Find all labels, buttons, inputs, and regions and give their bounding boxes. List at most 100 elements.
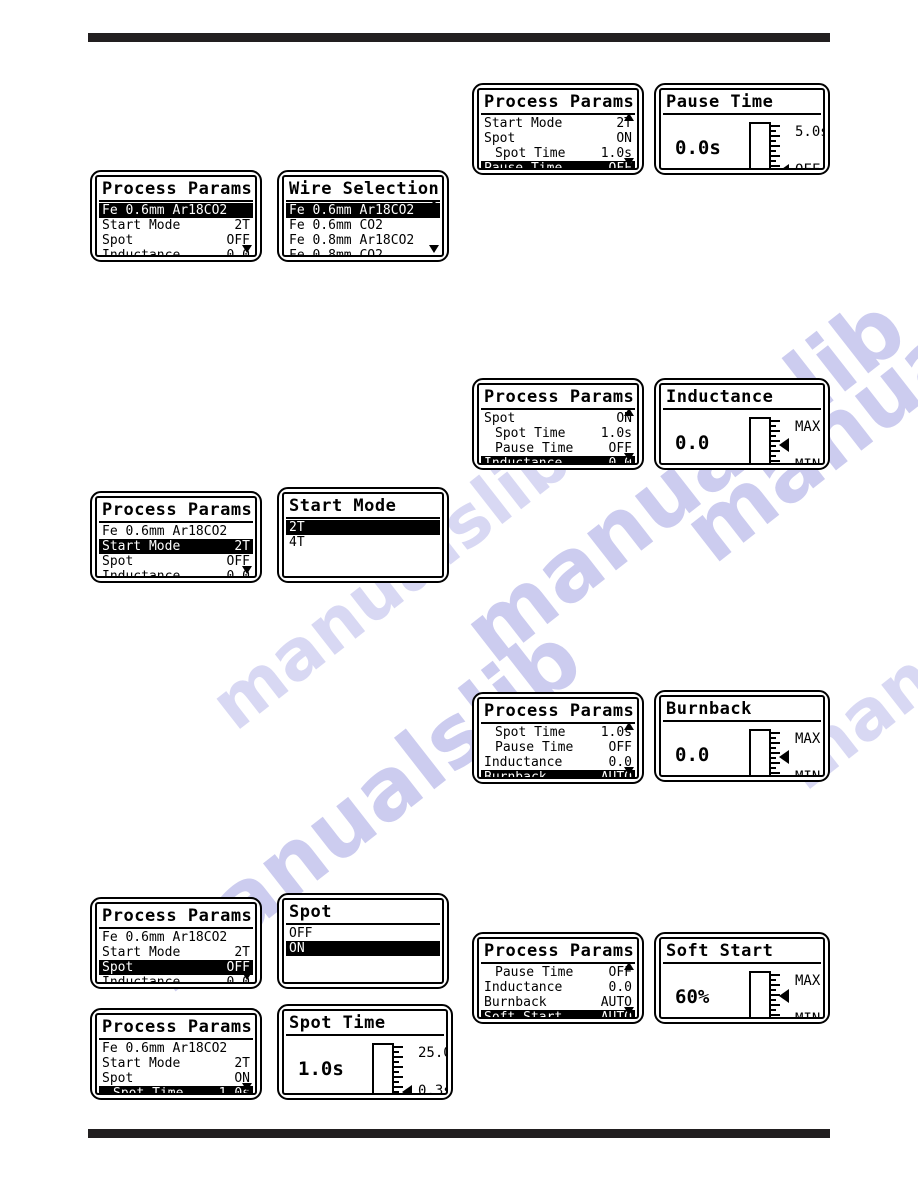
menu-row[interactable]: Pause Time OFF bbox=[481, 965, 635, 980]
menu-row[interactable]: Fe 0.8mm CO2 bbox=[286, 248, 440, 255]
menu-row[interactable]: Start Mode 2T bbox=[481, 116, 635, 131]
menu-row[interactable]: Fe 0.6mm Ar18CO2 bbox=[99, 203, 253, 218]
lcd-screen-soft-start[interactable]: Soft Start 60% MAX MIN bbox=[654, 932, 830, 1024]
lcd-screen-process-params-inductance[interactable]: Process Params Spot ON Spot Time 1.0s Pause … bbox=[472, 378, 644, 470]
menu-row[interactable]: Start Mode 2T bbox=[99, 539, 253, 554]
menu-list[interactable]: Fe 0.6mm Ar18CO2 Start Mode 2T Spot ON Spot T… bbox=[97, 1041, 255, 1093]
gauge-pointer[interactable] bbox=[779, 989, 789, 1003]
menu-row-label: Fe 0.6mm CO2 bbox=[289, 218, 383, 233]
gauge[interactable]: 0.0 MAX MIN bbox=[661, 723, 823, 775]
gauge[interactable]: 0.0s 5.0s OFF bbox=[661, 116, 823, 168]
menu-row[interactable]: Fe 0.6mm Ar18CO2 bbox=[99, 930, 253, 945]
scroll-down-icon[interactable] bbox=[242, 1083, 252, 1091]
scroll-down-icon[interactable] bbox=[624, 767, 634, 775]
lcd-screen-process-params-wire[interactable]: Process Params Fe 0.6mm Ar18CO2 Start Mod… bbox=[90, 170, 262, 262]
menu-row-value: ON bbox=[616, 131, 632, 146]
menu-row[interactable]: Start Mode 2T bbox=[99, 218, 253, 233]
title-divider bbox=[481, 113, 635, 115]
menu-row-label: Spot bbox=[102, 233, 134, 248]
lcd-screen-process-params-spot[interactable]: Process Params Fe 0.6mm Ar18CO2 Start Mod… bbox=[90, 897, 262, 989]
menu-row-value: 0.0 bbox=[608, 980, 632, 995]
menu-row[interactable]: Inductance 0.0 bbox=[99, 975, 253, 982]
menu-list[interactable]: Spot ON Spot Time 1.0s Pause Time OFF Inductan… bbox=[479, 411, 637, 463]
lcd-screen-start-mode[interactable]: Start Mode 2T 4T bbox=[277, 487, 449, 583]
menu-list[interactable]: Fe 0.6mm Ar18CO2 Start Mode 2T Spot OFF Induc… bbox=[97, 930, 255, 982]
menu-row-label: Start Mode bbox=[484, 116, 563, 131]
lcd-screen-inductance[interactable]: Inductance 0.0 MAX MIN bbox=[654, 378, 830, 470]
menu-row[interactable]: Spot OFF bbox=[99, 554, 253, 569]
gauge-pointer[interactable] bbox=[779, 438, 789, 452]
menu-row[interactable]: Inductance 0.0 bbox=[481, 980, 635, 995]
lcd-screen-process-params-burnback[interactable]: Process Params Spot Time 1.0s Pause Time OF… bbox=[472, 692, 644, 784]
menu-row[interactable]: ON bbox=[286, 941, 440, 956]
menu-list[interactable]: Start Mode 2T Spot ON Spot Time 1.0s Pause Tim… bbox=[479, 116, 637, 168]
menu-list[interactable]: Fe 0.6mm Ar18CO2 Start Mode 2T Spot OFF Induc… bbox=[97, 203, 255, 255]
gauge-pointer[interactable] bbox=[402, 1085, 412, 1093]
menu-row[interactable]: Burnback AUTO bbox=[481, 995, 635, 1010]
lcd-screen-pause-time[interactable]: Pause Time 0.0s 5.0s OFF bbox=[654, 83, 830, 175]
scroll-down-icon[interactable] bbox=[624, 453, 634, 461]
menu-row[interactable]: Inductance 0.0 bbox=[99, 248, 253, 255]
menu-row[interactable]: 2T bbox=[286, 520, 440, 535]
menu-row[interactable]: Pause Time OFF bbox=[481, 161, 635, 168]
menu-row[interactable]: Inductance 0.0 bbox=[481, 755, 635, 770]
menu-row[interactable]: Spot Time 1.0s bbox=[481, 426, 635, 441]
menu-list[interactable]: Fe 0.6mm Ar18CO2 Start Mode 2T Spot OFF Induc… bbox=[97, 524, 255, 576]
menu-row-label: Fe 0.6mm Ar18CO2 bbox=[289, 203, 415, 218]
lcd-screen-wire-selection[interactable]: Wire Selection Fe 0.6mm Ar18CO2 Fe 0.6mm … bbox=[277, 170, 449, 262]
lcd-screen-process-params-spot-time[interactable]: Process Params Fe 0.6mm Ar18CO2 Start Mod… bbox=[90, 1008, 262, 1100]
menu-row[interactable]: Inductance 0.0 bbox=[99, 569, 253, 576]
menu-row[interactable]: Spot ON bbox=[481, 411, 635, 426]
menu-row[interactable]: Pause Time OFF bbox=[481, 740, 635, 755]
scroll-down-icon[interactable] bbox=[624, 158, 634, 166]
lcd-screen-process-params-start-mode[interactable]: Process Params Fe 0.6mm Ar18CO2 Start Mod… bbox=[90, 491, 262, 583]
lcd-screen-spot[interactable]: Spot OFF ON bbox=[277, 893, 449, 989]
lcd-screen-process-params-pause-time[interactable]: Process Params Start Mode 2T Spot ON Spot Ti… bbox=[472, 83, 644, 175]
gauge[interactable]: 1.0s 25.0s 0.3s bbox=[284, 1037, 446, 1093]
lcd-screen-burnback[interactable]: Burnback 0.0 MAX MIN bbox=[654, 690, 830, 782]
menu-row[interactable]: Fe 0.6mm Ar18CO2 bbox=[286, 203, 440, 218]
menu-row[interactable]: Spot Time 1.0s bbox=[481, 146, 635, 161]
menu-list[interactable]: OFF ON bbox=[284, 926, 442, 956]
gauge-pointer[interactable] bbox=[779, 164, 789, 168]
lcd-screen-spot-time[interactable]: Spot Time 1.0s 25.0s 0.3s bbox=[277, 1004, 453, 1100]
menu-row[interactable]: Spot Time 1.0s bbox=[481, 725, 635, 740]
scroll-up-icon[interactable] bbox=[624, 722, 634, 730]
scroll-up-icon[interactable] bbox=[624, 962, 634, 970]
menu-row[interactable]: Start Mode 2T bbox=[99, 1056, 253, 1071]
scroll-down-icon[interactable] bbox=[624, 1007, 634, 1015]
menu-list[interactable]: 2T 4T bbox=[284, 520, 442, 550]
menu-row[interactable]: Spot Time 1.0s bbox=[99, 1086, 253, 1093]
menu-list[interactable]: Spot Time 1.0s Pause Time OFF Inductance 0.0 B… bbox=[479, 725, 637, 777]
scroll-down-icon[interactable] bbox=[242, 972, 252, 980]
menu-row[interactable]: Spot ON bbox=[99, 1071, 253, 1086]
gauge[interactable]: 0.0 MAX MIN bbox=[661, 411, 823, 463]
menu-row[interactable]: OFF bbox=[286, 926, 440, 941]
menu-row[interactable]: Fe 0.6mm Ar18CO2 bbox=[99, 1041, 253, 1056]
menu-row[interactable]: Pause Time OFF bbox=[481, 441, 635, 456]
menu-row[interactable]: Inductance 0.0 bbox=[481, 456, 635, 463]
scroll-down-icon[interactable] bbox=[429, 245, 439, 253]
menu-row[interactable]: Fe 0.8mm Ar18CO2 bbox=[286, 233, 440, 248]
gauge[interactable]: 60% MAX MIN bbox=[661, 965, 823, 1017]
menu-row[interactable]: Start Mode 2T bbox=[99, 945, 253, 960]
menu-row[interactable]: 4T bbox=[286, 535, 440, 550]
lcd-screen-process-params-soft-start[interactable]: Process Params Pause Time OFF Inductance 0.… bbox=[472, 932, 644, 1024]
menu-row-label: 4T bbox=[289, 535, 305, 550]
scroll-down-icon[interactable] bbox=[242, 566, 252, 574]
scroll-up-icon[interactable] bbox=[624, 113, 634, 121]
menu-row-label: Pause Time bbox=[495, 441, 574, 456]
menu-row[interactable]: Soft Start AUTO bbox=[481, 1010, 635, 1017]
menu-row[interactable]: Spot OFF bbox=[99, 960, 253, 975]
menu-list[interactable]: Fe 0.6mm Ar18CO2 Fe 0.6mm CO2 Fe 0.8mm Ar1… bbox=[284, 203, 442, 255]
scroll-up-icon[interactable] bbox=[429, 200, 439, 208]
gauge-pointer[interactable] bbox=[779, 750, 789, 764]
scroll-up-icon[interactable] bbox=[624, 408, 634, 416]
menu-row[interactable]: Spot OFF bbox=[99, 233, 253, 248]
menu-row[interactable]: Spot ON bbox=[481, 131, 635, 146]
menu-row[interactable]: Burnback AUTO bbox=[481, 770, 635, 777]
menu-list[interactable]: Pause Time OFF Inductance 0.0 Burnback AUTO So… bbox=[479, 965, 637, 1017]
menu-row[interactable]: Fe 0.6mm Ar18CO2 bbox=[99, 524, 253, 539]
scroll-down-icon[interactable] bbox=[242, 245, 252, 253]
menu-row[interactable]: Fe 0.6mm CO2 bbox=[286, 218, 440, 233]
